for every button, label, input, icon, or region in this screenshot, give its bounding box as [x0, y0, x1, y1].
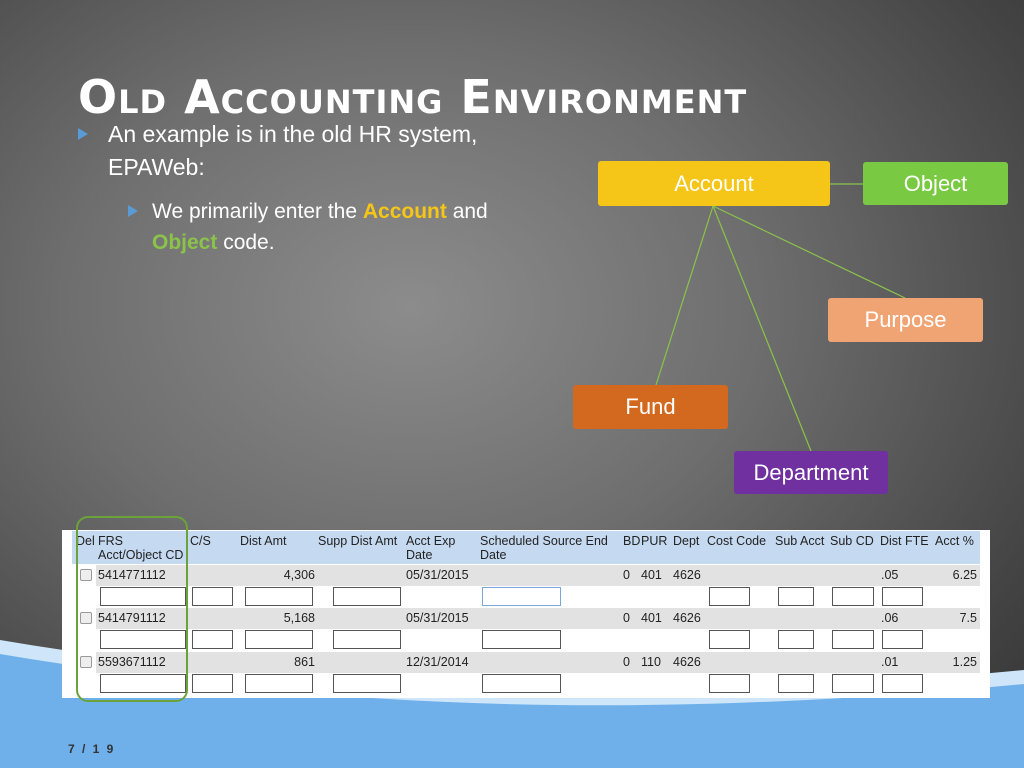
line-account-fund	[655, 205, 714, 386]
column-header: Dept	[673, 534, 700, 548]
edit-input[interactable]	[333, 674, 401, 693]
table-row	[96, 608, 980, 629]
edit-input[interactable]	[333, 630, 401, 649]
column-header: Acct %	[935, 534, 974, 548]
column-header: Date	[480, 548, 507, 562]
edit-input[interactable]	[882, 587, 923, 606]
edit-input[interactable]	[882, 630, 923, 649]
cell-fte: .06	[881, 611, 899, 625]
edit-input[interactable]	[778, 674, 814, 693]
table-row	[96, 565, 980, 586]
cell-dept: 4626	[673, 611, 701, 625]
column-header: C/S	[190, 534, 211, 548]
cell-dist_amt: 5,168	[283, 611, 315, 625]
edit-input[interactable]	[832, 630, 874, 649]
column-header: Cost Code	[707, 534, 767, 548]
cell-pct: 1.25	[952, 655, 977, 669]
cell-bd: 0	[623, 655, 630, 669]
cell-dept: 4626	[673, 655, 701, 669]
cell-exp_date: 05/31/2015	[406, 611, 469, 625]
edit-input[interactable]	[333, 587, 401, 606]
edit-input[interactable]	[482, 587, 561, 606]
cell-pur: 110	[641, 655, 661, 669]
cell-dept: 4626	[673, 568, 701, 582]
frs-highlight-outline	[76, 516, 188, 702]
account-box: Account	[598, 161, 830, 206]
cell-pct: 6.25	[952, 568, 977, 582]
column-header: Date	[406, 548, 433, 562]
cell-exp_date: 05/31/2015	[406, 568, 469, 582]
column-header: Acct Exp	[406, 534, 456, 548]
column-header: Supp Dist Amt	[318, 534, 398, 548]
cell-fte: .01	[881, 655, 899, 669]
edit-input[interactable]	[709, 587, 750, 606]
edit-input[interactable]	[778, 630, 814, 649]
edit-input[interactable]	[482, 630, 561, 649]
column-header: PUR	[641, 534, 668, 548]
column-header: Dist Amt	[240, 534, 287, 548]
cell-pct: 7.5	[959, 611, 977, 625]
cell-bd: 0	[623, 611, 630, 625]
department-box: Department	[734, 451, 888, 494]
edit-input[interactable]	[192, 674, 233, 693]
column-header: Scheduled Source End	[480, 534, 608, 548]
table-row	[96, 652, 980, 673]
column-header: BD	[623, 534, 641, 548]
edit-input[interactable]	[778, 587, 814, 606]
edit-input[interactable]	[245, 630, 313, 649]
edit-input[interactable]	[482, 674, 561, 693]
edit-input[interactable]	[192, 630, 233, 649]
edit-input[interactable]	[709, 674, 750, 693]
edit-input[interactable]	[192, 587, 233, 606]
edit-input[interactable]	[882, 674, 923, 693]
column-header: Sub Acct	[775, 534, 825, 548]
cell-pur: 401	[641, 568, 662, 582]
column-header: Dist FTE	[880, 534, 929, 548]
cell-dist_amt: 4,306	[283, 568, 315, 582]
edit-input[interactable]	[245, 587, 313, 606]
cell-exp_date: 12/31/2014	[406, 655, 469, 669]
cell-dist_amt: 861	[294, 655, 315, 669]
fund-box: Fund	[573, 385, 728, 429]
edit-input[interactable]	[245, 674, 313, 693]
object-box: Object	[863, 162, 1008, 205]
edit-input[interactable]	[832, 674, 874, 693]
cell-pur: 401	[641, 611, 662, 625]
line-account-purpose	[712, 205, 906, 299]
edit-input[interactable]	[832, 587, 874, 606]
edit-input[interactable]	[709, 630, 750, 649]
epaweb-table: Del FRS Acct/Object CD C/S Dist Amt Supp Dist…	[62, 530, 990, 698]
column-header: Sub CD	[830, 534, 874, 548]
page-number: 7 / 1 9	[68, 742, 116, 756]
purpose-box: Purpose	[828, 298, 983, 342]
cell-fte: .05	[881, 568, 899, 582]
cell-bd: 0	[623, 568, 630, 582]
